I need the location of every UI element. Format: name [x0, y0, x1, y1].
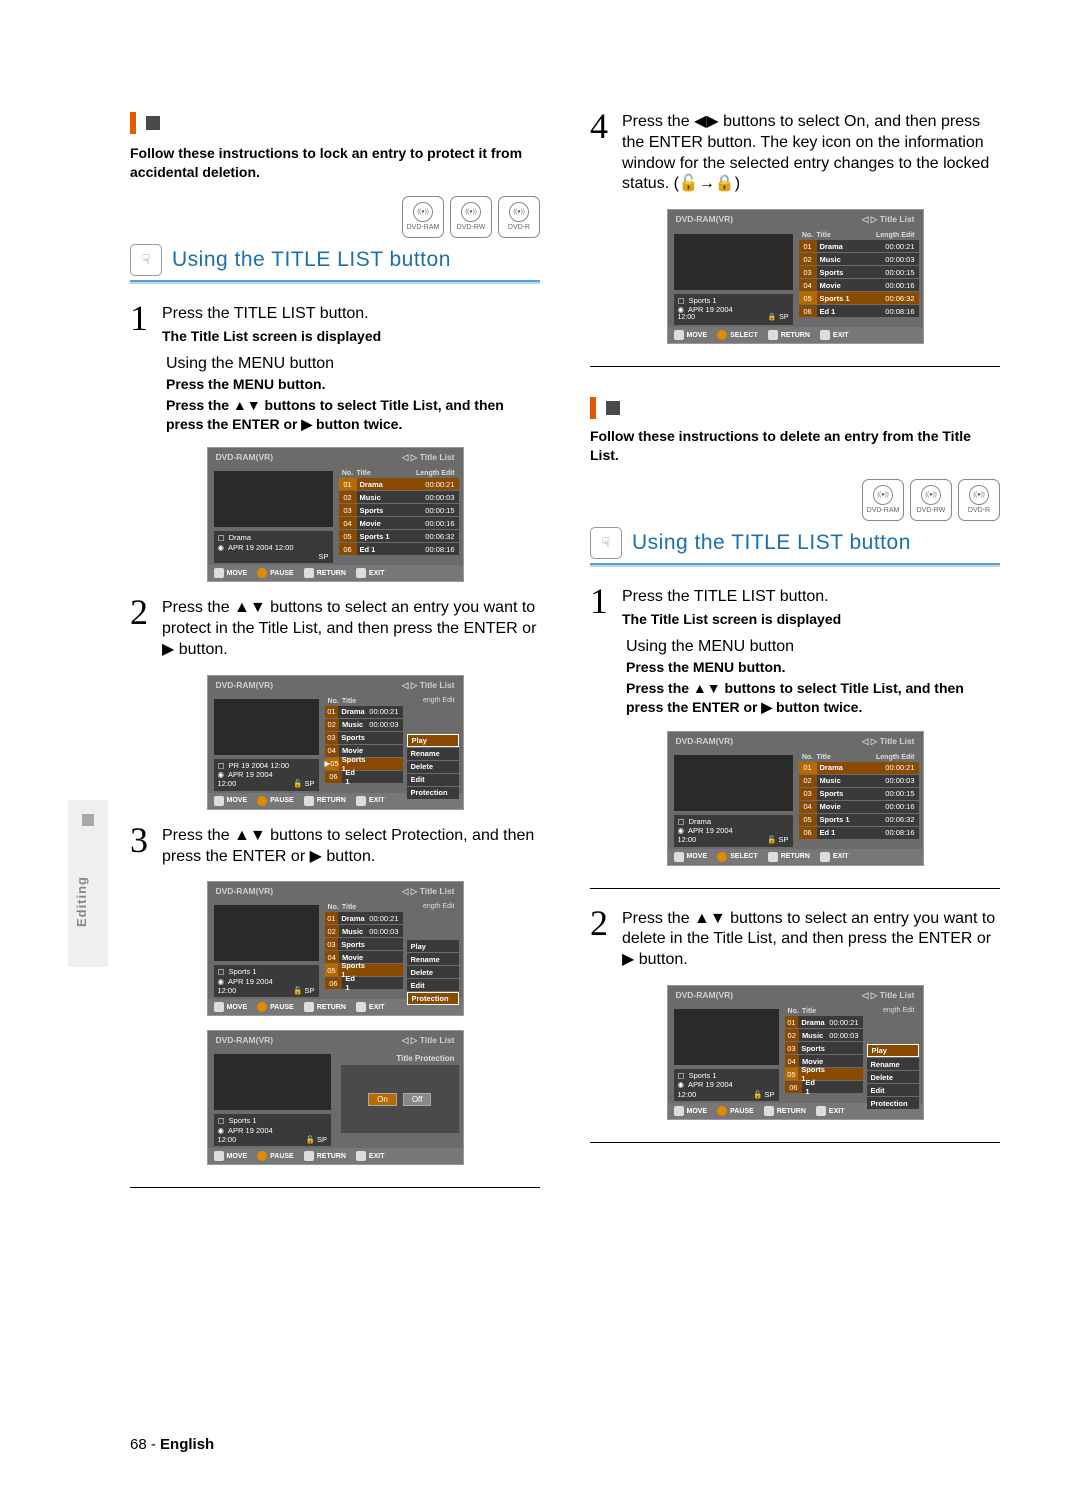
format-dvdrw-icon: ((●))DVD-RW — [910, 479, 952, 521]
step-number: 1 — [130, 302, 154, 345]
divider — [590, 366, 1000, 367]
step4-text: Press the ◀▶ buttons to select On, and t… — [622, 110, 1000, 195]
section-head-deleting — [590, 397, 1000, 419]
side-tab-icon — [82, 814, 94, 826]
osd-screen-4: DVD-RAM(VR)◁ ▷ Title List ▢Sports 1 ◉APR… — [207, 1030, 464, 1165]
format-dvdr-icon: ((●))DVD-R — [958, 479, 1000, 521]
square-icon — [146, 116, 160, 130]
osd-screen-locked: DVD-RAM(VR)◁ ▷ Title List ▢Sports 1 ◉APR… — [667, 209, 924, 344]
divider — [590, 1142, 1000, 1143]
menu-altb-heading: Using the MENU button — [626, 638, 1000, 656]
osd-screen-1: DVD-RAM(VR)◁ ▷ Title List ▢Drama ◉APR 19… — [207, 447, 464, 582]
step-3: 3 Press the ▲▼ buttons to select Protect… — [130, 824, 540, 868]
hand-icon: ☟ — [590, 527, 622, 559]
deleting-blurb: Follow these instructions to delete an e… — [590, 427, 1000, 465]
step-2b: 2 Press the ▲▼ buttons to select an entr… — [590, 907, 1000, 971]
step3-text: Press the ▲▼ buttons to select Protectio… — [162, 824, 540, 868]
step2b-text: Press the ▲▼ buttons to select an entry … — [622, 907, 1000, 971]
hand-icon: ☟ — [130, 244, 162, 276]
step-1: 1 Press the TITLE LIST button. The Title… — [130, 302, 540, 345]
menu-alt-line2: Press the ▲▼ buttons to select Title Lis… — [166, 396, 540, 434]
menu-altb-line1: Press the MENU button. — [626, 658, 1000, 677]
preview-icon — [214, 471, 333, 527]
accent-bar-icon — [130, 112, 136, 134]
menu-altb-line2: Press the ▲▼ buttons to select Title Lis… — [626, 679, 1000, 717]
sub-head-title-list: ☟ Using the TITLE LIST button — [130, 244, 540, 276]
sub-title: Using the TITLE LIST button — [172, 248, 451, 272]
divider — [130, 1187, 540, 1188]
right-column: 4 Press the ◀▶ buttons to select On, and… — [590, 110, 1000, 1206]
menu-alt-line1: Press the MENU button. — [166, 375, 540, 394]
left-column: Locking(Protecting) a Title Follow these… — [130, 110, 540, 1206]
step-1b: 1 Press the TITLE LIST button. The Title… — [590, 585, 1000, 628]
accent-bar-icon — [590, 397, 596, 419]
step1b-bold: The Title List screen is displayed — [622, 610, 841, 628]
accent-line — [130, 280, 540, 284]
step1-text: Press the TITLE LIST button. — [162, 305, 369, 322]
square-icon — [606, 401, 620, 415]
format-dvdram-icon: ((●))DVD-RAM — [402, 196, 444, 238]
format-dvdram-icon: ((●))DVD-RAM — [862, 479, 904, 521]
arrows-icon: ◁ ▷ Title List — [402, 452, 455, 463]
step1-bold: The Title List screen is displayed — [162, 327, 381, 345]
divider — [590, 888, 1000, 889]
page-footer: 68 - English — [130, 1436, 214, 1453]
format-dvdr-icon: ((●))DVD-R — [498, 196, 540, 238]
format-row: ((●))DVD-RAM ((●))DVD-RW ((●))DVD-R — [130, 196, 540, 238]
menu-alt-heading: Using the MENU button — [166, 355, 540, 373]
sub-title-2: Using the TITLE LIST button — [632, 531, 911, 555]
step2-text: Press the ▲▼ buttons to select an entry … — [162, 596, 540, 660]
osd-screen-2: DVD-RAM(VR)◁ ▷ Title List ▢PR 19 2004 12… — [207, 675, 464, 810]
side-tab-label: Editing — [74, 876, 89, 927]
protection-on-button[interactable]: On — [368, 1093, 397, 1106]
lock-icon: 🔒 — [767, 314, 776, 323]
osd-screen-3: DVD-RAM(VR)◁ ▷ Title List ▢Sports 1 ◉APR… — [207, 881, 464, 1016]
step-4: 4 Press the ◀▶ buttons to select On, and… — [590, 110, 1000, 195]
section-head-locking: Locking(Protecting) a Title — [130, 110, 540, 136]
osd-screen-b2: DVD-RAM(VR)◁ ▷ Title List ▢Sports 1 ◉APR… — [667, 985, 924, 1120]
accent-line — [590, 563, 1000, 567]
side-tab: Editing — [68, 800, 108, 967]
osd-screen-b1: DVD-RAM(VR)◁ ▷ Title List ▢Drama ◉APR 19… — [667, 731, 924, 866]
format-row-2: ((●))DVD-RAM ((●))DVD-RW ((●))DVD-R — [590, 479, 1000, 521]
step1b-text: Press the TITLE LIST button. — [622, 588, 829, 605]
protection-off-button[interactable]: Off — [403, 1093, 432, 1106]
sub-head-title-list-2: ☟ Using the TITLE LIST button — [590, 527, 1000, 559]
format-dvdrw-icon: ((●))DVD-RW — [450, 196, 492, 238]
step-2: 2 Press the ▲▼ buttons to select an entr… — [130, 596, 540, 660]
locking-blurb: Follow these instructions to lock an ent… — [130, 144, 540, 182]
